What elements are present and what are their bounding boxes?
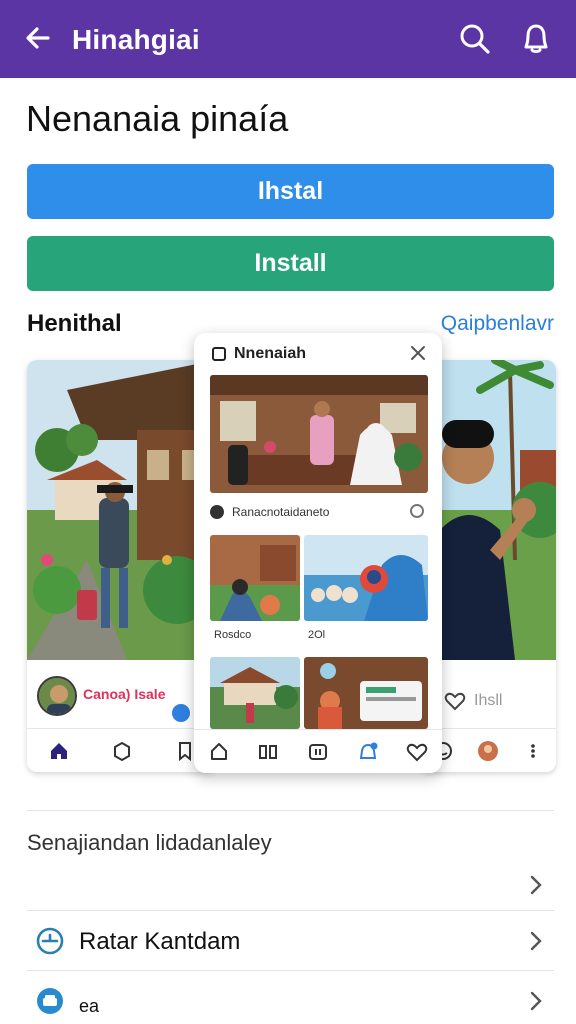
list-row-label: Ratar Kantdam: [79, 928, 241, 955]
feed-tile[interactable]: [210, 535, 300, 621]
preview-app-name: Nnenaiah: [234, 345, 307, 362]
verified-icon: [172, 704, 190, 722]
book-icon[interactable]: [257, 741, 279, 763]
arrow-left-icon[interactable]: [22, 22, 54, 54]
user-dot-icon: [210, 505, 224, 519]
heart-icon[interactable]: [406, 741, 428, 763]
feed-tile[interactable]: [304, 657, 428, 729]
avatar-icon[interactable]: [477, 740, 499, 762]
list-row[interactable]: Ratar Kantdam: [27, 914, 554, 970]
chevron-right-icon: [530, 991, 542, 1011]
preview-photo-left: [27, 360, 217, 660]
feed-tile[interactable]: [304, 535, 428, 621]
app-title: Hinahgiai: [72, 24, 200, 55]
home-icon[interactable]: [48, 740, 70, 762]
bell-icon[interactable]: [518, 20, 554, 56]
bookmark-icon[interactable]: [174, 740, 196, 762]
action-label: Ihsll: [474, 692, 503, 709]
chevron-right-icon: [530, 931, 542, 951]
close-icon[interactable]: [410, 345, 426, 361]
section-link[interactable]: Qaipbenlavr: [441, 312, 554, 336]
tab-bar: [27, 728, 217, 772]
caption-text: Ranacnotaidaneto: [232, 505, 330, 519]
screen-icon[interactable]: [307, 741, 329, 763]
up-arrow-icon[interactable]: [208, 741, 230, 763]
app-logo-icon: [212, 347, 226, 361]
preview-header: Nnenaiah: [194, 333, 442, 375]
feed-tile[interactable]: [210, 657, 300, 729]
divider: [27, 970, 554, 971]
avatar[interactable]: [37, 676, 77, 716]
username: Canoa) Isale: [83, 686, 166, 702]
page-title: Nenanaia pinaía: [26, 98, 289, 139]
app-bar: Hinahgiai: [0, 0, 576, 78]
preview-card-center[interactable]: Nnenaiah Ranacnotaidaneto Rosdco 2Ol: [194, 333, 442, 773]
heart-icon[interactable]: [444, 690, 466, 712]
list-header: Senajiandan lidadanlaley: [27, 830, 272, 855]
chevron-right-icon: [530, 875, 542, 895]
search-icon[interactable]: [458, 22, 492, 56]
feed-photo: [210, 375, 428, 493]
list-row-label: ea: [79, 996, 100, 1016]
tab-bar: [194, 729, 442, 773]
tile-label: Rosdco: [214, 629, 252, 641]
list-row[interactable]: ea: [27, 974, 554, 1024]
divider: [27, 810, 554, 811]
install-button[interactable]: Install: [27, 236, 554, 291]
car-icon: [37, 988, 63, 1014]
list-row[interactable]: [27, 858, 554, 914]
preview-card-left[interactable]: Canoa) Isale: [27, 360, 217, 772]
status-ring-icon[interactable]: [410, 504, 424, 518]
notification-icon[interactable]: [357, 741, 379, 763]
more-icon[interactable]: [522, 740, 544, 762]
divider: [27, 910, 554, 911]
box-icon[interactable]: [111, 740, 133, 762]
section-title: Henithal: [27, 310, 122, 337]
tile-label: 2Ol: [308, 629, 326, 641]
feed-caption: Ranacnotaidaneto: [210, 499, 428, 527]
primary-install-button[interactable]: Ihstal: [27, 164, 554, 219]
clock-icon: [36, 927, 64, 955]
